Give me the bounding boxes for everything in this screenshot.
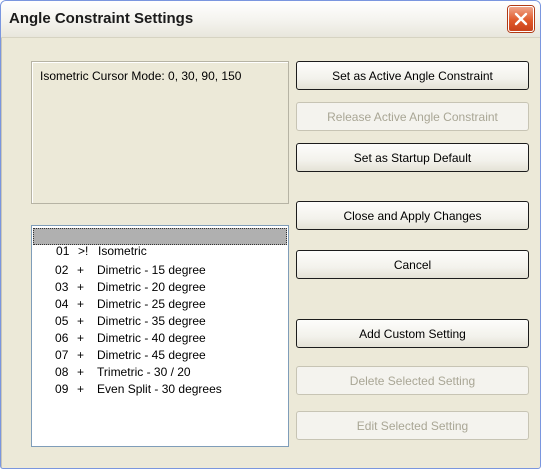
constraint-listbox[interactable]: 01 >! Isometric 02 + Dimetric - 15 degree 03… — [31, 225, 289, 447]
list-item[interactable]: 05 + Dimetric - 35 degree — [32, 296, 288, 328]
item-number: 09 — [55, 382, 69, 396]
delete-selected-setting-button[interactable]: Delete Selected Setting — [296, 366, 529, 395]
close-button[interactable] — [508, 6, 534, 32]
list-item[interactable]: 02 + Dimetric - 15 degree — [32, 245, 288, 277]
add-custom-setting-button[interactable]: Add Custom Setting — [296, 319, 529, 348]
list-item[interactable]: 07 + Dimetric - 45 degree — [32, 330, 288, 362]
window-title: Angle Constraint Settings — [9, 10, 194, 27]
edit-selected-setting-button[interactable]: Edit Selected Setting — [296, 411, 529, 440]
item-marker: + — [77, 382, 85, 396]
list-item[interactable]: 09 + Even Split - 30 degrees — [32, 364, 288, 396]
close-icon — [514, 12, 528, 26]
list-item[interactable]: 04 + Dimetric - 25 degree — [32, 279, 288, 311]
title-bar[interactable]: Angle Constraint Settings — [1, 1, 540, 38]
cancel-button[interactable]: Cancel — [296, 250, 529, 279]
mode-info-panel: Isometric Cursor Mode: 0, 30, 90, 150 — [31, 61, 289, 204]
release-active-constraint-button[interactable]: Release Active Angle Constraint — [296, 102, 529, 131]
set-startup-default-button[interactable]: Set as Startup Default — [296, 143, 529, 172]
list-item[interactable]: 06 + Dimetric - 40 degree — [32, 313, 288, 345]
list-item[interactable]: 03 + Dimetric - 20 degree — [32, 262, 288, 294]
mode-info-text: Isometric Cursor Mode: 0, 30, 90, 150 — [40, 69, 242, 83]
list-item[interactable]: 01 >! Isometric — [33, 228, 287, 258]
set-active-constraint-button[interactable]: Set as Active Angle Constraint — [296, 61, 529, 90]
list-item[interactable]: 08 + Trimetric - 30 / 20 — [32, 347, 288, 379]
dialog-window: Angle Constraint Settings Isometric Curs… — [0, 0, 541, 469]
close-apply-button[interactable]: Close and Apply Changes — [296, 201, 529, 230]
item-label: Even Split - 30 degrees — [97, 382, 222, 396]
